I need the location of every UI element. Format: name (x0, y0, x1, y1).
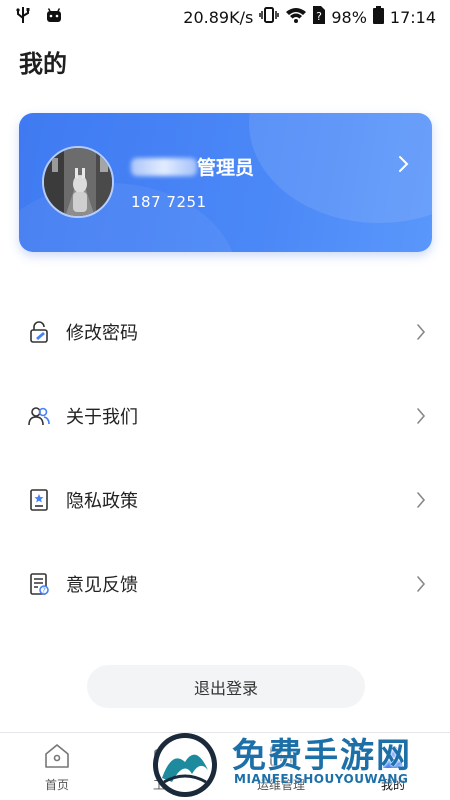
lock-edit-icon (28, 321, 50, 343)
status-right: 20.89K/s ? 98% 17:14 (183, 6, 436, 28)
tab-home[interactable]: 首页 (12, 741, 102, 793)
menu-item-label: 修改密码 (66, 323, 138, 344)
profile-icon (348, 741, 438, 774)
settings-menu: 修改密码 关于我们 隐私政策 ? 意见反馈 (0, 290, 450, 626)
clock: 17:14 (389, 7, 436, 27)
tab-label: 运维管理 (256, 778, 305, 792)
user-name: 管理员 (131, 153, 254, 180)
status-bar: 20.89K/s ? 98% 17:14 (0, 0, 450, 34)
tab-work[interactable]: 工作 (120, 741, 210, 793)
svg-text:?: ? (316, 10, 322, 23)
svg-text:?: ? (42, 587, 46, 595)
tab-profile[interactable]: 我的 (348, 741, 438, 793)
user-role: 管理员 (197, 157, 255, 179)
chevron-right-icon[interactable] (398, 155, 410, 177)
menu-item-privacy-policy[interactable]: 隐私政策 (0, 458, 450, 542)
tab-label: 我的 (380, 778, 405, 792)
menu-item-feedback[interactable]: ? 意见反馈 (0, 542, 450, 626)
page-title: 我的 (19, 50, 67, 78)
menu-item-label: 关于我们 (66, 407, 138, 428)
tab-label: 首页 (44, 778, 69, 792)
android-icon (46, 7, 62, 27)
usb-icon (16, 6, 30, 28)
battery-icon (372, 6, 384, 28)
status-left (16, 6, 62, 28)
avatar[interactable] (42, 146, 114, 218)
logout-button[interactable]: 退出登录 (87, 665, 365, 708)
menu-item-about-us[interactable]: 关于我们 (0, 374, 450, 458)
feedback-doc-icon: ? (28, 573, 50, 595)
chevron-right-icon (416, 491, 426, 513)
chevron-right-icon (416, 407, 426, 429)
tab-ops-management[interactable]: 运维管理 (236, 741, 326, 793)
menu-item-label: 意见反馈 (66, 575, 138, 596)
menu-item-label: 隐私政策 (66, 491, 138, 512)
profile-card[interactable]: 管理员 187 7251 (19, 113, 432, 252)
vibrate-icon (259, 6, 280, 28)
wifi-icon (285, 7, 307, 27)
chevron-right-icon (416, 575, 426, 597)
battery-percent: 98% (331, 7, 367, 27)
work-icon (120, 741, 210, 774)
home-icon (12, 741, 102, 774)
privacy-doc-icon (28, 489, 50, 511)
bottom-tab-bar: 首页 工作 运维管理 我的 (0, 732, 450, 800)
network-speed: 20.89K/s (183, 7, 254, 27)
ops-icon (236, 741, 326, 774)
users-icon (28, 405, 50, 427)
menu-item-change-password[interactable]: 修改密码 (0, 290, 450, 374)
sim-unknown-icon: ? (313, 6, 326, 28)
name-blur (131, 158, 197, 176)
chevron-right-icon (416, 323, 426, 345)
user-phone: 187 7251 (131, 193, 207, 211)
tab-label: 工作 (152, 778, 177, 792)
